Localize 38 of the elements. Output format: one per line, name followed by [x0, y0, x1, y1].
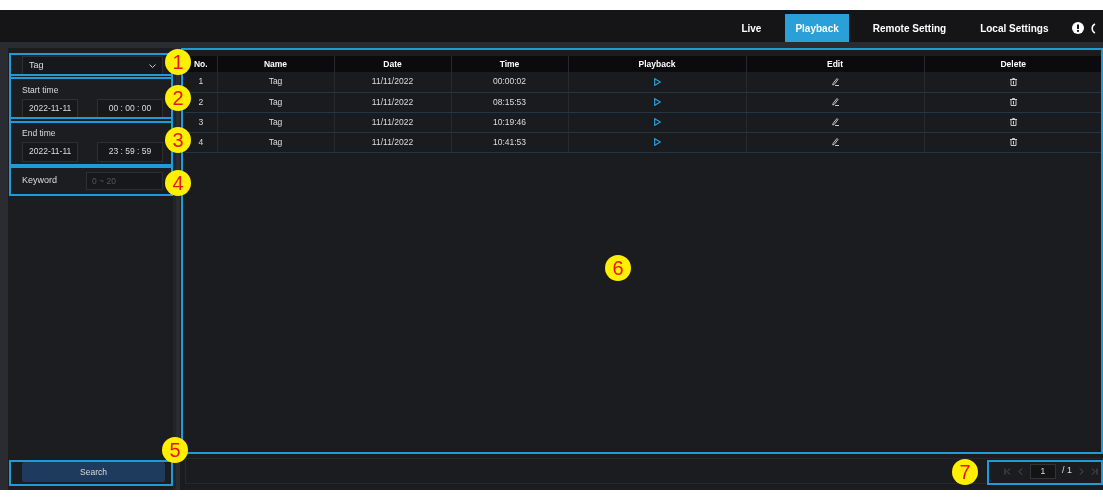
column-header: Date: [334, 56, 451, 72]
start-date-field[interactable]: 2022-11-11: [22, 98, 79, 119]
chevron-down-icon: [149, 64, 156, 68]
play-icon[interactable]: [653, 118, 661, 127]
column-header: Playback: [568, 56, 746, 72]
keyword-label: Keyword: [22, 173, 57, 187]
end-time-field[interactable]: 23 : 59 : 59: [97, 141, 163, 162]
type-dropdown[interactable]: Tag: [22, 56, 163, 76]
pencil-icon[interactable]: [831, 98, 839, 107]
play-icon[interactable]: [653, 98, 661, 107]
column-header: Name: [217, 56, 334, 72]
start-time-field[interactable]: 00 : 00 : 00: [97, 98, 163, 119]
end-date-field[interactable]: 2022-11-11: [22, 141, 79, 162]
end-time-label: End time: [22, 126, 57, 140]
trash-icon[interactable]: [1009, 138, 1017, 147]
page-total: / 1: [1062, 464, 1072, 478]
alert-icon[interactable]: [1072, 22, 1084, 34]
table-cell: 00:00:02: [451, 72, 568, 92]
column-header: Delete: [924, 56, 1103, 72]
start-time-label: Start time: [22, 84, 60, 97]
column-header: Edit: [746, 56, 924, 72]
dropdown-value: Tag: [29, 59, 44, 73]
play-icon[interactable]: [653, 78, 661, 87]
trash-icon[interactable]: [1009, 118, 1017, 127]
nav-tab[interactable]: Live: [731, 14, 772, 42]
pencil-icon[interactable]: [831, 138, 839, 147]
pencil-icon[interactable]: [831, 118, 839, 127]
table-cell: Tag: [217, 72, 334, 92]
nav-tab[interactable]: Local Settings: [970, 14, 1059, 42]
nav-tab[interactable]: Remote Setting: [862, 14, 957, 42]
table-cell: 11/11/2022: [334, 72, 451, 92]
search-button[interactable]: Search: [22, 462, 165, 482]
trash-icon[interactable]: [1009, 78, 1017, 87]
play-icon[interactable]: [653, 138, 661, 147]
trash-icon[interactable]: [1009, 98, 1017, 107]
column-header: Time: [451, 56, 568, 72]
pencil-icon[interactable]: [831, 78, 839, 87]
page-field[interactable]: 1: [1030, 463, 1056, 479]
